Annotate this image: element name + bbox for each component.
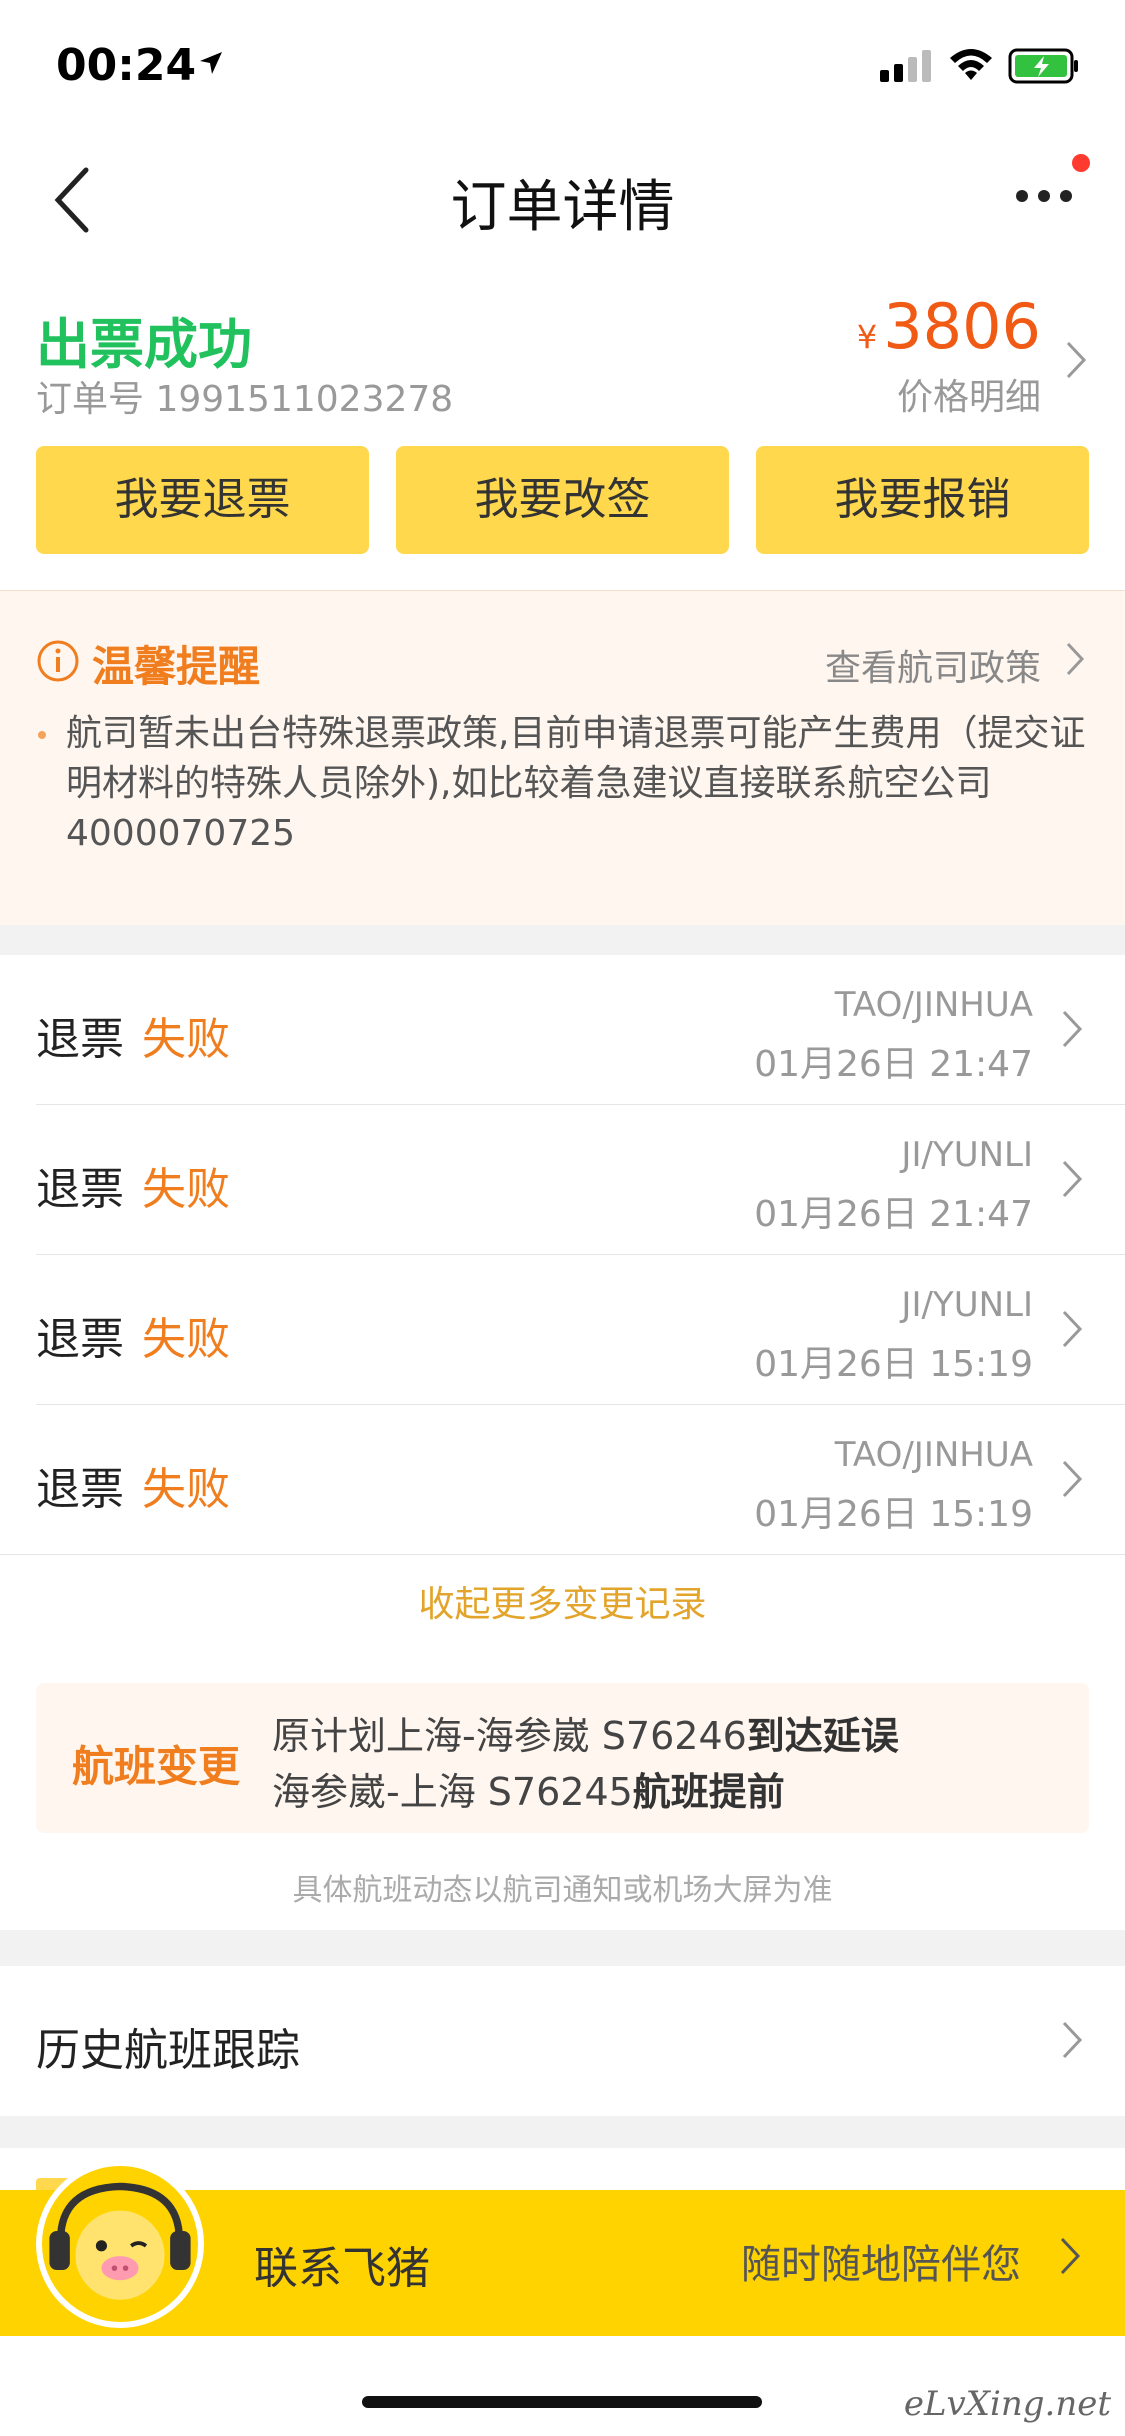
- flight-change-line: 海参崴-上海 S76245航班提前: [272, 1761, 785, 1816]
- divider: [0, 1554, 1125, 1555]
- home-area: eLvXing.net: [0, 2336, 1125, 2436]
- contact-label: 联系飞猪: [254, 2243, 430, 2294]
- record-time: 01月26日 15:19: [754, 1494, 1033, 1535]
- flight-change-tag: 航班变更: [72, 1742, 241, 1791]
- ticket-status: 出票成功: [36, 313, 252, 376]
- home-indicator[interactable]: [362, 2396, 762, 2408]
- order-summary: 出票成功 订单号 1991511023278 ¥3806 价格明细 我要退票 我…: [0, 260, 1125, 590]
- record-result: 失败: [142, 1164, 230, 1215]
- price[interactable]: ¥3806: [857, 290, 1041, 363]
- passenger-name: TAO/JINHUA: [834, 1435, 1033, 1475]
- record-row[interactable]: 退票 失败 JI/YUNLI 01月26日 15:19: [0, 1255, 1125, 1405]
- record-row[interactable]: 退票 失败 TAO/JINHUA 01月26日 21:47: [0, 955, 1125, 1105]
- chevron-right-icon: [1060, 2237, 1081, 2275]
- passenger-name: JI/YUNLI: [901, 1285, 1033, 1325]
- warm-reminder: 温馨提醒 查看航司政策 航司暂未出台特殊退票政策,目前申请退票可能产生费用（提交…: [0, 590, 1125, 925]
- chevron-right-icon[interactable]: [1065, 340, 1087, 380]
- record-type: 退票: [36, 1464, 124, 1515]
- status-time: 00:24: [56, 40, 197, 91]
- record-result: 失败: [142, 1014, 230, 1065]
- history-label: 历史航班跟踪: [36, 2025, 300, 2076]
- currency-symbol: ¥: [856, 318, 878, 356]
- record-result: 失败: [142, 1464, 230, 1515]
- record-type: 退票: [36, 1164, 124, 1215]
- flight-change-status: 到达延误: [746, 1714, 899, 1758]
- price-detail-link[interactable]: 价格明细: [897, 368, 1041, 420]
- record-time: 01月26日 15:19: [754, 1344, 1033, 1385]
- price-value: 3806: [883, 290, 1041, 363]
- wifi-icon: [950, 49, 992, 80]
- status-bar: 00:24: [0, 0, 1125, 140]
- history-tracking-row[interactable]: 历史航班跟踪: [0, 1966, 1125, 2116]
- chevron-right-icon: [1062, 2021, 1083, 2059]
- chevron-right-icon: [1062, 1010, 1083, 1048]
- record-row[interactable]: 退票 失败 TAO/JINHUA 01月26日 15:19: [0, 1405, 1125, 1555]
- record-result: 失败: [142, 1314, 230, 1365]
- flight-change-route: 原计划上海-海参崴 S76246: [272, 1714, 747, 1758]
- order-number: 订单号 1991511023278: [36, 379, 454, 420]
- record-time: 01月26日 21:47: [754, 1044, 1033, 1085]
- reminder-title: 温馨提醒: [92, 642, 261, 691]
- record-time: 01月26日 21:47: [754, 1194, 1033, 1235]
- record-row[interactable]: 退票 失败 JI/YUNLI 01月26日 21:47: [0, 1105, 1125, 1255]
- flight-change-line: 原计划上海-海参崴 S76246到达延误: [272, 1705, 899, 1760]
- chevron-right-icon: [1062, 1460, 1083, 1498]
- passenger-name: JI/YUNLI: [901, 1135, 1033, 1175]
- notification-dot: [1072, 154, 1090, 172]
- change-records: 退票 失败 TAO/JINHUA 01月26日 21:47 退票 失败 JI/YUN…: [0, 955, 1125, 1930]
- mascot-avatar-icon[interactable]: [36, 2160, 204, 2328]
- refund-button[interactable]: 我要退票: [36, 446, 369, 554]
- airline-policy-link[interactable]: 查看航司政策: [825, 639, 1041, 691]
- reimburse-button[interactable]: 我要报销: [756, 446, 1089, 554]
- nav-bar: 订单详情: [0, 140, 1125, 260]
- reminder-text: 航司暂未出台特殊退票政策,目前申请退票可能产生费用（提交证明材料的特殊人员除外)…: [66, 713, 1086, 854]
- contact-subtitle: 随时随地陪伴您: [741, 2242, 1021, 2288]
- more-dots-icon[interactable]: [1014, 188, 1074, 204]
- watermark: eLvXing.net: [903, 2384, 1111, 2424]
- page-title: 订单详情: [450, 175, 675, 240]
- bullet-dot: [38, 731, 46, 739]
- record-type: 退票: [36, 1314, 124, 1365]
- chevron-right-icon[interactable]: [1065, 641, 1085, 677]
- flight-change-status: 航班提前: [632, 1770, 785, 1814]
- flight-change-route: 海参崴-上海 S76245: [272, 1770, 633, 1814]
- battery-charging-icon: [1008, 48, 1078, 84]
- collapse-records-link[interactable]: 收起更多变更记录: [0, 1575, 1125, 1627]
- change-button[interactable]: 我要改签: [396, 446, 729, 554]
- passenger-name: TAO/JINHUA: [834, 985, 1033, 1025]
- flight-change-note: 具体航班动态以航司通知或机场大屏为准: [292, 1873, 833, 1908]
- info-circle-icon: [37, 640, 79, 682]
- chevron-right-icon: [1062, 1160, 1083, 1198]
- flight-change-card[interactable]: 航班变更 原计划上海-海参崴 S76246到达延误 海参崴-上海 S76245航…: [36, 1683, 1089, 1833]
- signal-icon: [880, 50, 931, 82]
- location-arrow-icon: [200, 52, 222, 74]
- record-type: 退票: [36, 1014, 124, 1065]
- chevron-right-icon: [1062, 1310, 1083, 1348]
